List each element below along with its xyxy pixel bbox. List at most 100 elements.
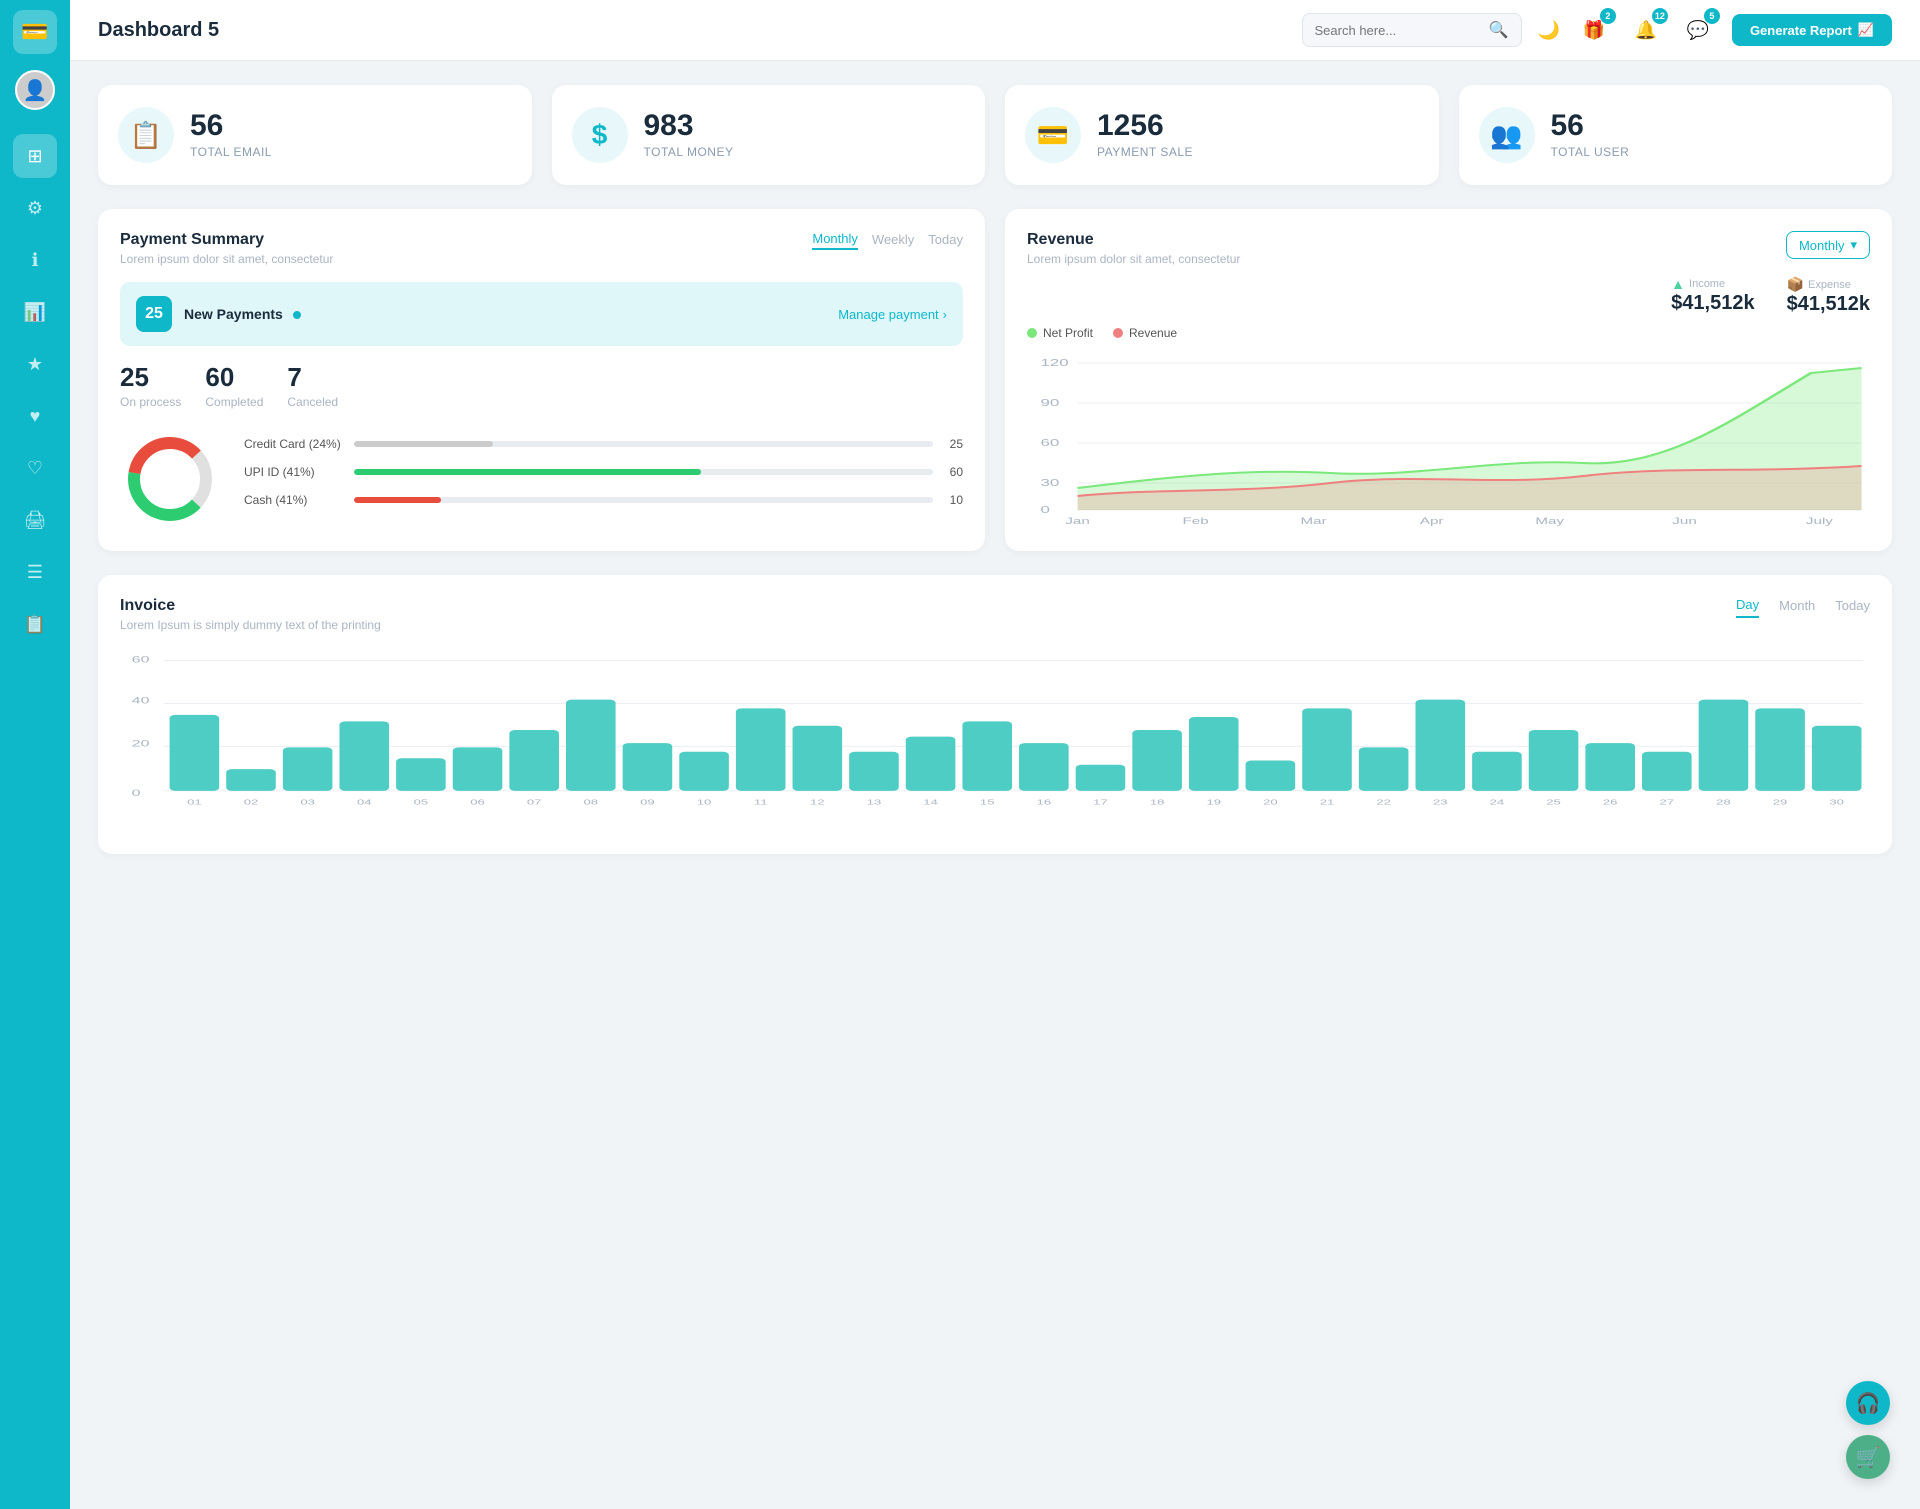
revenue-monthly-dropdown[interactable]: Monthly ▾ xyxy=(1786,231,1870,259)
stat-cards: 📋 56 TOTAL EMAIL $ 983 TOTAL MONEY 💳 125… xyxy=(98,85,1892,185)
chat-icon-btn[interactable]: 💬 5 xyxy=(1680,12,1716,48)
invoice-tab-month[interactable]: Month xyxy=(1779,598,1815,617)
svg-text:May: May xyxy=(1535,516,1565,526)
svg-text:03: 03 xyxy=(300,798,315,807)
invoice-panel: Invoice Lorem Ipsum is simply dummy text… xyxy=(98,575,1892,854)
sidebar-item-list[interactable]: ☰ xyxy=(13,550,57,594)
stat-onprocess: 25 On process xyxy=(120,362,181,409)
manage-payment-link[interactable]: Manage payment › xyxy=(838,307,947,322)
header: Dashboard 5 🔍 🌙 🎁 2 🔔 12 💬 5 Generate Re… xyxy=(70,0,1920,61)
sidebar-item-dashboard[interactable]: ⊞ xyxy=(13,134,57,178)
progress-val-cash: 10 xyxy=(943,493,963,507)
lower-grid: Payment Summary Lorem ipsum dolor sit am… xyxy=(98,209,1892,551)
stat-canceled: 7 Canceled xyxy=(287,362,338,409)
revenue-title: Revenue xyxy=(1027,231,1240,249)
bell-icon-btn[interactable]: 🔔 12 xyxy=(1628,12,1664,48)
svg-text:Jan: Jan xyxy=(1065,516,1090,526)
revenue-header: Revenue Lorem ipsum dolor sit amet, cons… xyxy=(1027,231,1870,266)
svg-text:09: 09 xyxy=(640,798,655,807)
svg-text:Feb: Feb xyxy=(1183,516,1209,526)
sidebar-item-info[interactable]: ℹ xyxy=(13,238,57,282)
sidebar: 💳 👤 ⊞ ⚙ ℹ 📊 ★ ♥ ♡ 🖨 ☰ 📋 xyxy=(0,0,70,1509)
support-fab[interactable]: 🎧 xyxy=(1846,1381,1890,1425)
progress-fill-credit xyxy=(354,441,493,447)
progress-fill-upi xyxy=(354,469,701,475)
progress-item-cash: Cash (41%) 10 xyxy=(244,493,963,507)
invoice-tab-today[interactable]: Today xyxy=(1835,598,1870,617)
netprofit-label: Net Profit xyxy=(1043,326,1093,340)
new-payments-bar: 25 New Payments Manage payment › xyxy=(120,282,963,346)
search-bar[interactable]: 🔍 xyxy=(1302,13,1522,47)
invoice-subtitle: Lorem Ipsum is simply dummy text of the … xyxy=(120,618,381,632)
gift-icon-btn[interactable]: 🎁 2 xyxy=(1576,12,1612,48)
legend-revenue: Revenue xyxy=(1113,326,1177,340)
search-input[interactable] xyxy=(1315,23,1481,38)
avatar[interactable]: 👤 xyxy=(15,70,55,110)
payment-summary-title: Payment Summary xyxy=(120,231,333,249)
tab-today[interactable]: Today xyxy=(928,232,963,249)
invoice-tab-day[interactable]: Day xyxy=(1736,597,1759,618)
expense-item: 📦Expense $41,512k xyxy=(1787,276,1870,316)
svg-text:12: 12 xyxy=(810,798,825,807)
user-number: 56 xyxy=(1551,111,1630,141)
stat-card-user: 👥 56 TOTAL USER xyxy=(1459,85,1893,185)
progress-item-credit: Credit Card (24%) 25 xyxy=(244,437,963,451)
email-icon: 📋 xyxy=(118,107,174,163)
progress-val-credit: 25 xyxy=(943,437,963,451)
svg-text:120: 120 xyxy=(1040,357,1068,369)
svg-text:60: 60 xyxy=(132,654,150,665)
income-item: ▲Income $41,512k xyxy=(1671,276,1754,316)
stat-card-money: $ 983 TOTAL MONEY xyxy=(552,85,986,185)
revenue-dot xyxy=(1113,328,1123,338)
svg-text:28: 28 xyxy=(1716,798,1731,807)
sidebar-item-document[interactable]: 📋 xyxy=(13,602,57,646)
chevron-down-icon: ▾ xyxy=(1850,237,1857,253)
fab-area: 🎧 🛒 xyxy=(1846,1381,1890,1479)
legend-netprofit: Net Profit xyxy=(1027,326,1093,340)
svg-text:13: 13 xyxy=(867,798,882,807)
invoice-bar-chart: 60 40 20 0 01020304050607080910111213141… xyxy=(120,652,1870,832)
svg-text:15: 15 xyxy=(980,798,995,807)
progress-bg-upi xyxy=(354,469,933,475)
sidebar-item-chart[interactable]: 📊 xyxy=(13,290,57,334)
svg-text:0: 0 xyxy=(1040,504,1050,516)
cart-fab[interactable]: 🛒 xyxy=(1846,1435,1890,1479)
money-icon: $ xyxy=(572,107,628,163)
progress-fill-cash xyxy=(354,497,441,503)
stat-completed: 60 Completed xyxy=(205,362,263,409)
svg-text:16: 16 xyxy=(1037,798,1052,807)
sidebar-item-print[interactable]: 🖨 xyxy=(13,498,57,542)
donut-chart xyxy=(120,429,220,529)
payment-summary-panel: Payment Summary Lorem ipsum dolor sit am… xyxy=(98,209,985,551)
sidebar-logo[interactable]: 💳 xyxy=(13,10,57,54)
sidebar-item-settings[interactable]: ⚙ xyxy=(13,186,57,230)
payment-label: PAYMENT SALE xyxy=(1097,145,1193,159)
tab-monthly[interactable]: Monthly xyxy=(812,231,858,250)
generate-report-button[interactable]: Generate Report 📈 xyxy=(1732,14,1892,46)
sidebar-item-heart-outline[interactable]: ♡ xyxy=(13,446,57,490)
svg-text:21: 21 xyxy=(1320,798,1335,807)
svg-text:22: 22 xyxy=(1376,798,1391,807)
invoice-tabs: Day Month Today xyxy=(1736,597,1870,618)
progress-label-cash: Cash (41%) xyxy=(244,493,344,507)
expense-value: $41,512k xyxy=(1787,293,1870,316)
svg-text:06: 06 xyxy=(470,798,485,807)
payment-summary-subtitle: Lorem ipsum dolor sit amet, consectetur xyxy=(120,252,333,266)
bell-badge: 12 xyxy=(1652,8,1668,24)
sidebar-item-heart-solid[interactable]: ♥ xyxy=(13,394,57,438)
tab-weekly[interactable]: Weekly xyxy=(872,232,914,249)
svg-text:02: 02 xyxy=(244,798,259,807)
svg-text:20: 20 xyxy=(1263,798,1278,807)
svg-text:29: 29 xyxy=(1773,798,1788,807)
donut-row: Credit Card (24%) 25 UPI ID (41%) 60 xyxy=(120,429,963,529)
payment-number: 1256 xyxy=(1097,111,1193,141)
sidebar-item-star[interactable]: ★ xyxy=(13,342,57,386)
svg-text:25: 25 xyxy=(1546,798,1561,807)
svg-text:60: 60 xyxy=(1040,437,1059,449)
progress-val-upi: 60 xyxy=(943,465,963,479)
bar-chart-icon: 📈 xyxy=(1858,22,1874,38)
svg-text:07: 07 xyxy=(527,798,542,807)
progress-list: Credit Card (24%) 25 UPI ID (41%) 60 xyxy=(244,437,963,521)
svg-text:20: 20 xyxy=(132,738,150,749)
dark-mode-icon[interactable]: 🌙 xyxy=(1538,20,1560,41)
